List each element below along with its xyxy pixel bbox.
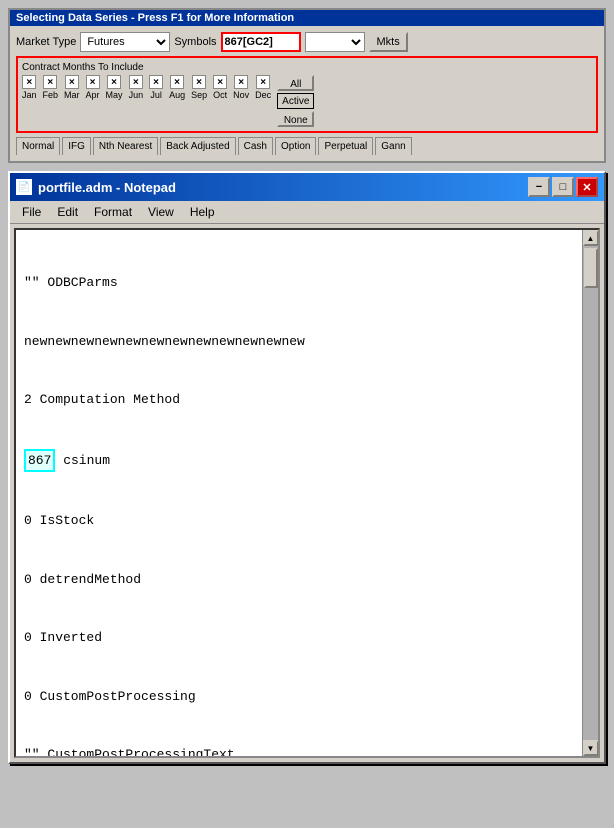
notepad-titlebar: 📄 portfile.adm - Notepad − □ ✕ (10, 173, 604, 201)
line-9: "" CustomPostProcessingText (24, 745, 574, 756)
tab-ifg[interactable]: IFG (62, 137, 91, 155)
month-feb: × Feb (43, 75, 59, 100)
menu-edit[interactable]: Edit (49, 203, 86, 221)
month-sep: × Sep (191, 75, 207, 100)
month-jan: × Jan (22, 75, 37, 100)
tab-gann[interactable]: Gann (375, 137, 411, 155)
notepad-menubar: File Edit Format View Help (10, 201, 604, 224)
month-mar: × Mar (64, 75, 80, 100)
market-type-row: Market Type Futures Symbols Mkts (16, 32, 598, 52)
csinum-highlight: 867 (24, 449, 55, 473)
symbols-input[interactable] (221, 32, 301, 52)
notepad-text-area[interactable]: "" ODBCParms newnewnewnewnewnewnewnewnew… (16, 230, 582, 756)
line-8: 0 CustomPostProcessing (24, 687, 574, 707)
minimize-button[interactable]: − (528, 177, 550, 197)
contract-months-box: Contract Months To Include × Jan × Feb ×… (16, 56, 598, 133)
symbols-dropdown[interactable] (305, 32, 365, 52)
scroll-track[interactable] (583, 246, 598, 740)
line-7: 0 Inverted (24, 628, 574, 648)
line-5: 0 IsStock (24, 511, 574, 531)
mkts-button[interactable]: Mkts (369, 32, 408, 52)
scroll-down-arrow[interactable]: ▼ (583, 740, 599, 756)
month-aug: × Aug (169, 75, 185, 100)
months-checkboxes: × Jan × Feb × Mar × Apr × May (22, 75, 271, 100)
none-button[interactable]: None (277, 111, 314, 127)
notepad-window: 📄 portfile.adm - Notepad − □ ✕ File Edit… (8, 171, 606, 764)
month-jul: × Jul (149, 75, 163, 100)
month-dec: × Dec (255, 75, 271, 100)
tab-normal[interactable]: Normal (16, 137, 60, 155)
menu-view[interactable]: View (140, 203, 182, 221)
month-jun: × Jun (129, 75, 144, 100)
line-4: 867 csinum (24, 449, 574, 473)
titlebar-buttons: − □ ✕ (528, 177, 598, 197)
month-apr: × Apr (86, 75, 100, 100)
selecting-data-series-panel: Selecting Data Series - Press F1 for Mor… (8, 8, 606, 163)
tab-cash[interactable]: Cash (238, 137, 273, 155)
maximize-button[interactable]: □ (552, 177, 574, 197)
active-button[interactable]: Active (277, 93, 314, 109)
tab-perpetual[interactable]: Perpetual (318, 137, 373, 155)
month-may: × May (106, 75, 123, 100)
notepad-file-icon: 📄 (16, 179, 32, 195)
line-3: 2 Computation Method (24, 390, 574, 410)
notepad-scrollbar: ▲ ▼ (582, 230, 598, 756)
panel-title: Selecting Data Series - Press F1 for Mor… (10, 10, 604, 26)
notepad-content-wrapper: "" ODBCParms newnewnewnewnewnewnewnewnew… (14, 228, 600, 758)
market-type-select[interactable]: Futures (80, 32, 170, 52)
symbols-label: Symbols (174, 36, 216, 48)
close-button[interactable]: ✕ (576, 177, 598, 197)
menu-help[interactable]: Help (182, 203, 223, 221)
line-2: newnewnewnewnewnewnewnewnewnewnewnew (24, 332, 574, 352)
notepad-title-left: 📄 portfile.adm - Notepad (16, 179, 176, 195)
scroll-up-arrow[interactable]: ▲ (583, 230, 599, 246)
market-type-label: Market Type (16, 36, 76, 48)
line-1: "" ODBCParms (24, 273, 574, 293)
tab-nth-nearest[interactable]: Nth Nearest (93, 137, 158, 155)
tab-option[interactable]: Option (275, 137, 316, 155)
data-type-tabs: Normal IFG Nth Nearest Back Adjusted Cas… (16, 137, 598, 155)
line-6: 0 detrendMethod (24, 570, 574, 590)
all-button[interactable]: All (277, 75, 314, 91)
month-nov: × Nov (233, 75, 249, 100)
scroll-thumb[interactable] (584, 248, 598, 288)
contract-months-label: Contract Months To Include (22, 62, 592, 73)
month-oct: × Oct (213, 75, 227, 100)
tab-back-adjusted[interactable]: Back Adjusted (160, 137, 235, 155)
menu-format[interactable]: Format (86, 203, 140, 221)
menu-file[interactable]: File (14, 203, 49, 221)
notepad-title: portfile.adm - Notepad (38, 180, 176, 195)
